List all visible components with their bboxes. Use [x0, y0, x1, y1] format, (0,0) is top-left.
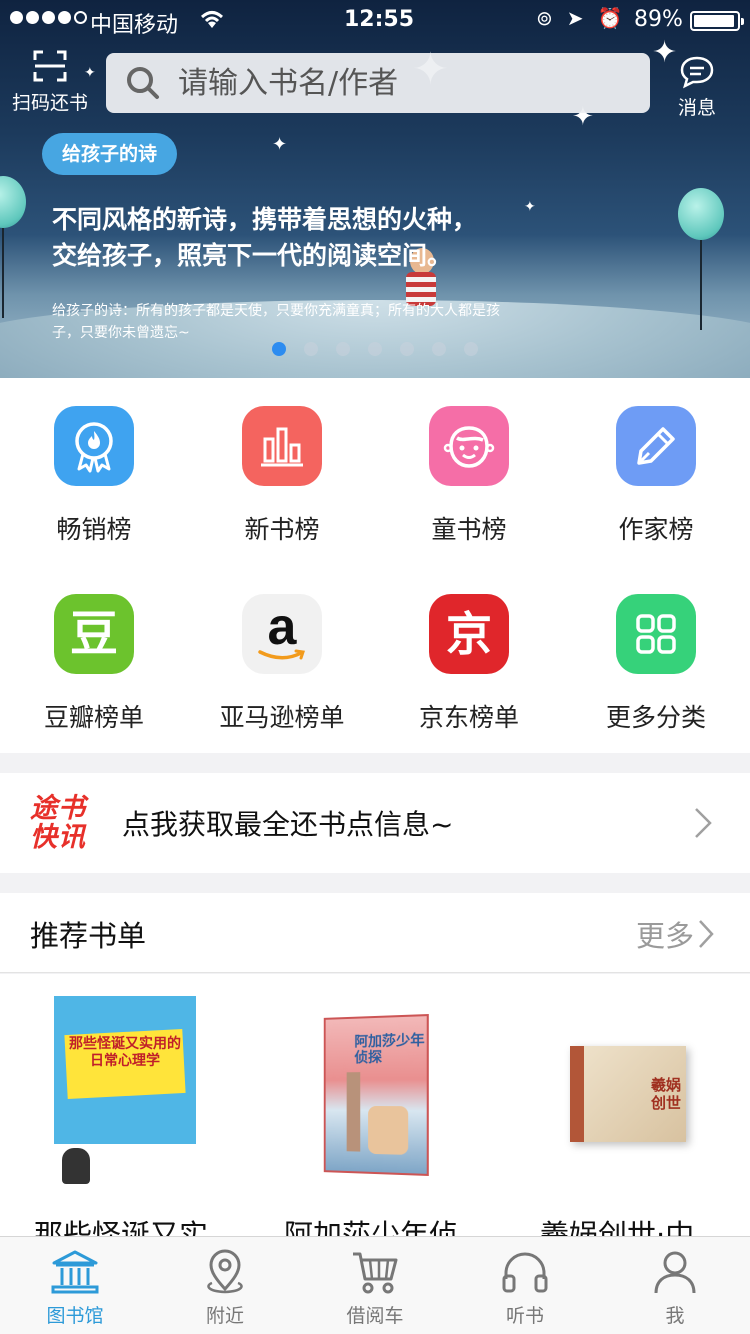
category-label: 作家榜	[618, 515, 694, 544]
chevron-right-icon	[699, 920, 714, 948]
tab-label: 听书	[505, 1305, 544, 1327]
star-icon: ✦	[272, 134, 288, 155]
scan-icon	[33, 50, 67, 82]
book-title[interactable]: 羲娲创世·中	[540, 1212, 694, 1236]
category-authors[interactable]: 作家榜	[562, 406, 750, 546]
category-jd[interactable]: 京 京东榜单	[375, 594, 563, 734]
status-bar: 中国移动 12:55 ⊚ ➤ ⏰ 89%	[0, 0, 750, 40]
pagination-dot[interactable]	[432, 342, 446, 356]
rotation-lock-icon: ⊚	[536, 6, 553, 30]
hero-banner[interactable]: ✦ ✦ ✦ ✦ ✦ ✦ 中国移动 12:55 ⊚ ➤ ⏰ 89% 扫码还书 消息…	[0, 0, 750, 378]
category-label: 新书榜	[244, 515, 320, 544]
pagination-dot[interactable]	[368, 342, 382, 356]
alarm-icon: ⏰	[597, 6, 623, 30]
tab-label: 借阅车	[346, 1305, 404, 1327]
book-card[interactable]: 那些怪诞又实用的日常心理学	[54, 996, 196, 1188]
tab-audiobooks[interactable]: 听书	[450, 1237, 600, 1334]
scan-return-button[interactable]: 扫码还书	[12, 50, 88, 115]
news-logo: 途书 快讯	[30, 793, 86, 853]
book-card[interactable]: 阿加莎少年侦探	[322, 1014, 429, 1176]
pagination-dot[interactable]	[336, 342, 350, 356]
book-cover: 那些怪诞又实用的日常心理学	[54, 996, 196, 1188]
book-cover: 羲娲创世	[570, 1046, 686, 1142]
book-card[interactable]: 羲娲创世	[570, 1046, 686, 1142]
book-cover: 阿加莎少年侦探	[323, 1014, 429, 1176]
pen-icon	[637, 427, 675, 465]
category-label: 更多分类	[605, 703, 706, 732]
category-grid: 畅销榜 新书榜 童书榜 作家榜 豆 豆瓣榜单 a 亚马逊榜单 京 京东榜单 更多…	[0, 378, 750, 753]
tab-label: 附近	[205, 1305, 244, 1327]
scan-label: 扫码还书	[12, 92, 89, 114]
messages-label: 消息	[677, 97, 716, 119]
section-title: 推荐书单	[30, 919, 147, 953]
category-label: 童书榜	[431, 515, 507, 544]
signal-strength-icon	[10, 11, 87, 24]
star-icon: ✦	[524, 199, 536, 215]
return-points-news-row[interactable]: 途书 快讯 点我获取最全还书点信息~	[0, 773, 750, 873]
category-new-books[interactable]: 新书榜	[188, 406, 376, 546]
location-arrow-icon: ➤	[566, 6, 584, 30]
pagination-dot[interactable]	[464, 342, 478, 356]
banner-headline-line2: 交给孩子，照亮下一代的阅读空间。	[52, 241, 453, 270]
banner-tree-left	[0, 176, 26, 318]
pagination-dot[interactable]	[272, 342, 286, 356]
tab-label: 我	[665, 1305, 685, 1327]
tab-library[interactable]: 图书馆	[0, 1237, 150, 1334]
bar-chart-icon	[261, 427, 303, 467]
category-amazon[interactable]: a 亚马逊榜单	[188, 594, 376, 734]
tab-nearby[interactable]: 附近	[150, 1237, 300, 1334]
battery-percent: 89%	[634, 7, 683, 32]
book-list: 那些怪诞又实用的日常心理学 那些怪诞又实 阿加莎少年侦探 阿加莎少年侦 羲娲创世…	[0, 974, 750, 1236]
amazon-smile-icon	[258, 649, 305, 660]
banner-tree-right	[678, 188, 724, 330]
category-label: 畅销榜	[56, 515, 132, 544]
pagination-dot[interactable]	[304, 342, 318, 356]
grid-icon	[636, 614, 676, 654]
headphones-icon	[502, 1252, 548, 1293]
banner-headline-line1: 不同风格的新诗，携带着思想的火种，	[52, 205, 478, 234]
clock: 12:55	[344, 7, 415, 32]
amazon-logo-icon: a	[267, 598, 297, 656]
battery-icon	[690, 11, 744, 31]
category-douban[interactable]: 豆 豆瓣榜单	[0, 594, 188, 734]
pagination-dot[interactable]	[400, 342, 414, 356]
search-input[interactable]	[178, 65, 618, 101]
award-badge-icon	[75, 422, 113, 473]
category-more[interactable]: 更多分类	[562, 594, 750, 734]
banner-pagination[interactable]	[272, 342, 478, 356]
messages-button[interactable]: 消息	[666, 55, 728, 120]
banner-subtext: 给孩子的诗：所有的孩子都是天使，只要你充满童真；所有的大人都是孩子，只要你未曾遗…	[52, 303, 500, 341]
category-bestseller[interactable]: 畅销榜	[0, 406, 188, 546]
chevron-right-icon	[695, 808, 712, 838]
cart-icon	[353, 1252, 398, 1294]
douban-logo-icon: 豆	[69, 606, 118, 662]
tab-label: 图书馆	[46, 1305, 104, 1327]
jd-logo-icon: 京	[446, 607, 492, 661]
book-title[interactable]: 那些怪诞又实	[34, 1212, 208, 1236]
tab-me[interactable]: 我	[600, 1237, 750, 1334]
tab-borrow-cart[interactable]: 借阅车	[300, 1237, 450, 1334]
category-label: 豆瓣榜单	[43, 703, 144, 732]
tab-bar: 图书馆 附近 借阅车 听书 我	[0, 1236, 750, 1334]
user-icon	[654, 1251, 696, 1294]
more-button[interactable]: 更多	[636, 913, 714, 955]
book-title[interactable]: 阿加莎少年侦	[284, 1212, 458, 1236]
wifi-icon	[198, 8, 226, 36]
news-text: 点我获取最全还书点信息~	[122, 808, 454, 841]
category-label: 亚马逊榜单	[219, 703, 345, 732]
recommended-header: 推荐书单 更多	[0, 893, 750, 973]
search-icon	[127, 67, 159, 99]
chat-bubble-icon	[680, 56, 714, 89]
category-children-books[interactable]: 童书榜	[375, 406, 563, 546]
search-bar[interactable]	[106, 53, 650, 113]
banner-headline: 不同风格的新诗，携带着思想的火种， 交给孩子，照亮下一代的阅读空间。	[52, 202, 522, 274]
library-icon	[51, 1250, 99, 1294]
baby-face-icon	[443, 426, 495, 468]
banner-tag[interactable]: 给孩子的诗	[42, 133, 178, 175]
location-pin-icon	[207, 1249, 243, 1294]
carrier-name: 中国移动	[90, 13, 179, 38]
category-label: 京东榜单	[418, 703, 519, 732]
